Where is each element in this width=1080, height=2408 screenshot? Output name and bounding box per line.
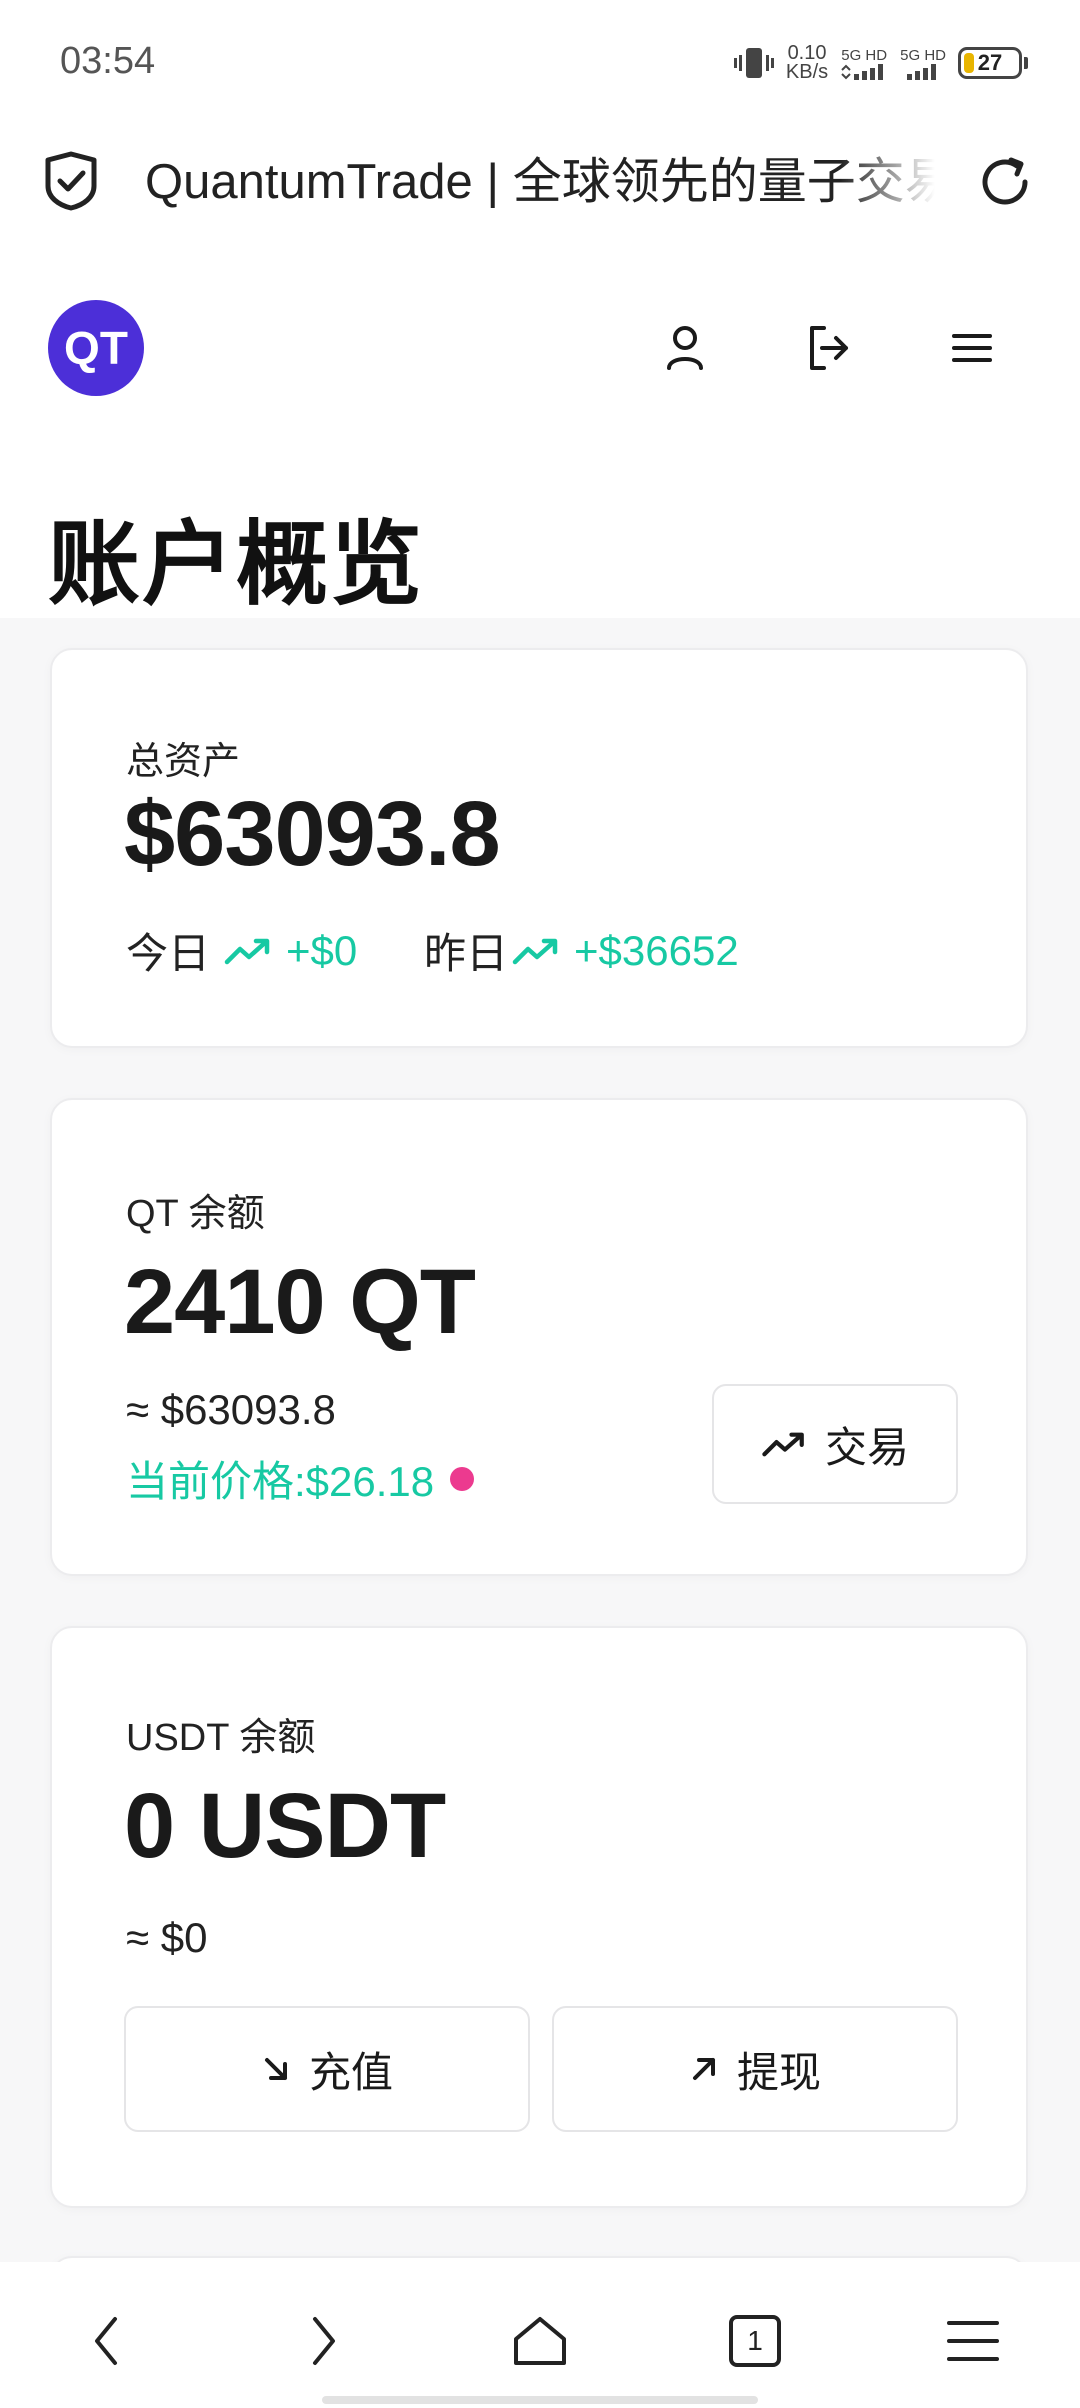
trending-up-icon (224, 938, 270, 964)
menu-icon[interactable] (942, 318, 1002, 378)
home-button[interactable] (505, 2306, 575, 2376)
qt-price-text: 当前价格:$26.18 (126, 1458, 435, 1505)
usdt-balance-value: 0 USDT (124, 1775, 446, 1877)
withdraw-button-label: 提现 (736, 2048, 821, 2096)
live-indicator-dot (450, 1466, 475, 1491)
sim2-signal: 5G HD (900, 47, 946, 80)
reload-icon[interactable] (975, 152, 1035, 212)
logout-icon[interactable] (798, 318, 858, 378)
sim1-signal: 5G HD (840, 47, 888, 80)
usdt-balance-label: USDT 余额 (126, 1717, 316, 1759)
page-title: 账户概览 (48, 514, 425, 616)
chevron-left-icon (95, 2317, 117, 2365)
vibrate-icon (733, 48, 774, 78)
signal-bars-icon (841, 63, 884, 80)
qt-usd-equivalent: ≈ $63093.8 (126, 1386, 336, 1433)
home-indicator[interactable] (322, 2396, 758, 2404)
app-logo[interactable]: QT (48, 300, 144, 396)
yesterday-label: 昨日 (424, 930, 509, 977)
withdraw-button[interactable]: 提现 (552, 2006, 958, 2132)
today-change-value: +$0 (286, 926, 358, 974)
arrow-up-right-icon (692, 2058, 715, 2080)
qt-balance-value: 2410 QT (124, 1251, 476, 1353)
network-speed: 0.10 KB/s (785, 42, 829, 83)
trade-button-label: 交易 (824, 1423, 909, 1471)
today-change: 今日 +$0 (126, 920, 357, 981)
browser-page-title[interactable]: QuantumTrade | 全球领先的量子交易平台 (145, 152, 935, 212)
browser-address-bar: QuantumTrade | 全球领先的量子交易平台 (0, 126, 1080, 238)
trending-up-icon (762, 1432, 804, 1457)
trade-button[interactable]: 交易 (712, 1384, 958, 1504)
status-bar: 03:54 0.10 KB/s 5G HD 5G HD 27 (0, 0, 1080, 126)
total-assets-label: 总资产 (126, 741, 241, 783)
qt-balance-card: QT 余额 2410 QT ≈ $63093.8 当前价格:$26.18 交易 (50, 1098, 1028, 1576)
total-assets-card: 总资产 $63093.8 今日 +$0 昨日 +$36652 (50, 648, 1028, 1048)
home-icon (514, 2317, 566, 2365)
usdt-usd-equivalent: ≈ $0 (126, 1914, 208, 1961)
signal-bars-icon (907, 63, 937, 80)
trending-up-icon (512, 938, 558, 964)
status-icons: 0.10 KB/s 5G HD 5G HD 27 (733, 40, 1028, 86)
browser-menu-button[interactable] (938, 2306, 1008, 2376)
app-header: QT 账户概览 (0, 238, 1080, 618)
total-assets-value: $63093.8 (124, 783, 501, 885)
today-label: 今日 (126, 930, 211, 977)
shield-check-icon[interactable] (42, 150, 100, 212)
user-icon[interactable] (655, 318, 715, 378)
battery-indicator: 27 (958, 47, 1028, 79)
arrow-down-right-icon (264, 2058, 287, 2080)
yesterday-change-value: +$36652 (574, 926, 739, 974)
menu-icon (947, 2321, 999, 2361)
browser-bottom-nav: 1 (0, 2262, 1080, 2408)
qt-balance-label: QT 余额 (126, 1193, 265, 1235)
chevron-right-icon (313, 2317, 335, 2365)
qt-current-price: 当前价格:$26.18 (126, 1448, 475, 1509)
tab-count: 1 (747, 2325, 763, 2356)
forward-button[interactable] (288, 2306, 358, 2376)
tabs-button[interactable]: 1 (720, 2306, 790, 2376)
back-button[interactable] (72, 2306, 142, 2376)
yesterday-change: 昨日 +$36652 (424, 920, 739, 981)
usdt-balance-card: USDT 余额 0 USDT ≈ $0 充值 提现 (50, 1626, 1028, 2208)
deposit-button-label: 充值 (308, 2048, 393, 2096)
status-time: 03:54 (60, 40, 156, 82)
deposit-button[interactable]: 充值 (124, 2006, 530, 2132)
